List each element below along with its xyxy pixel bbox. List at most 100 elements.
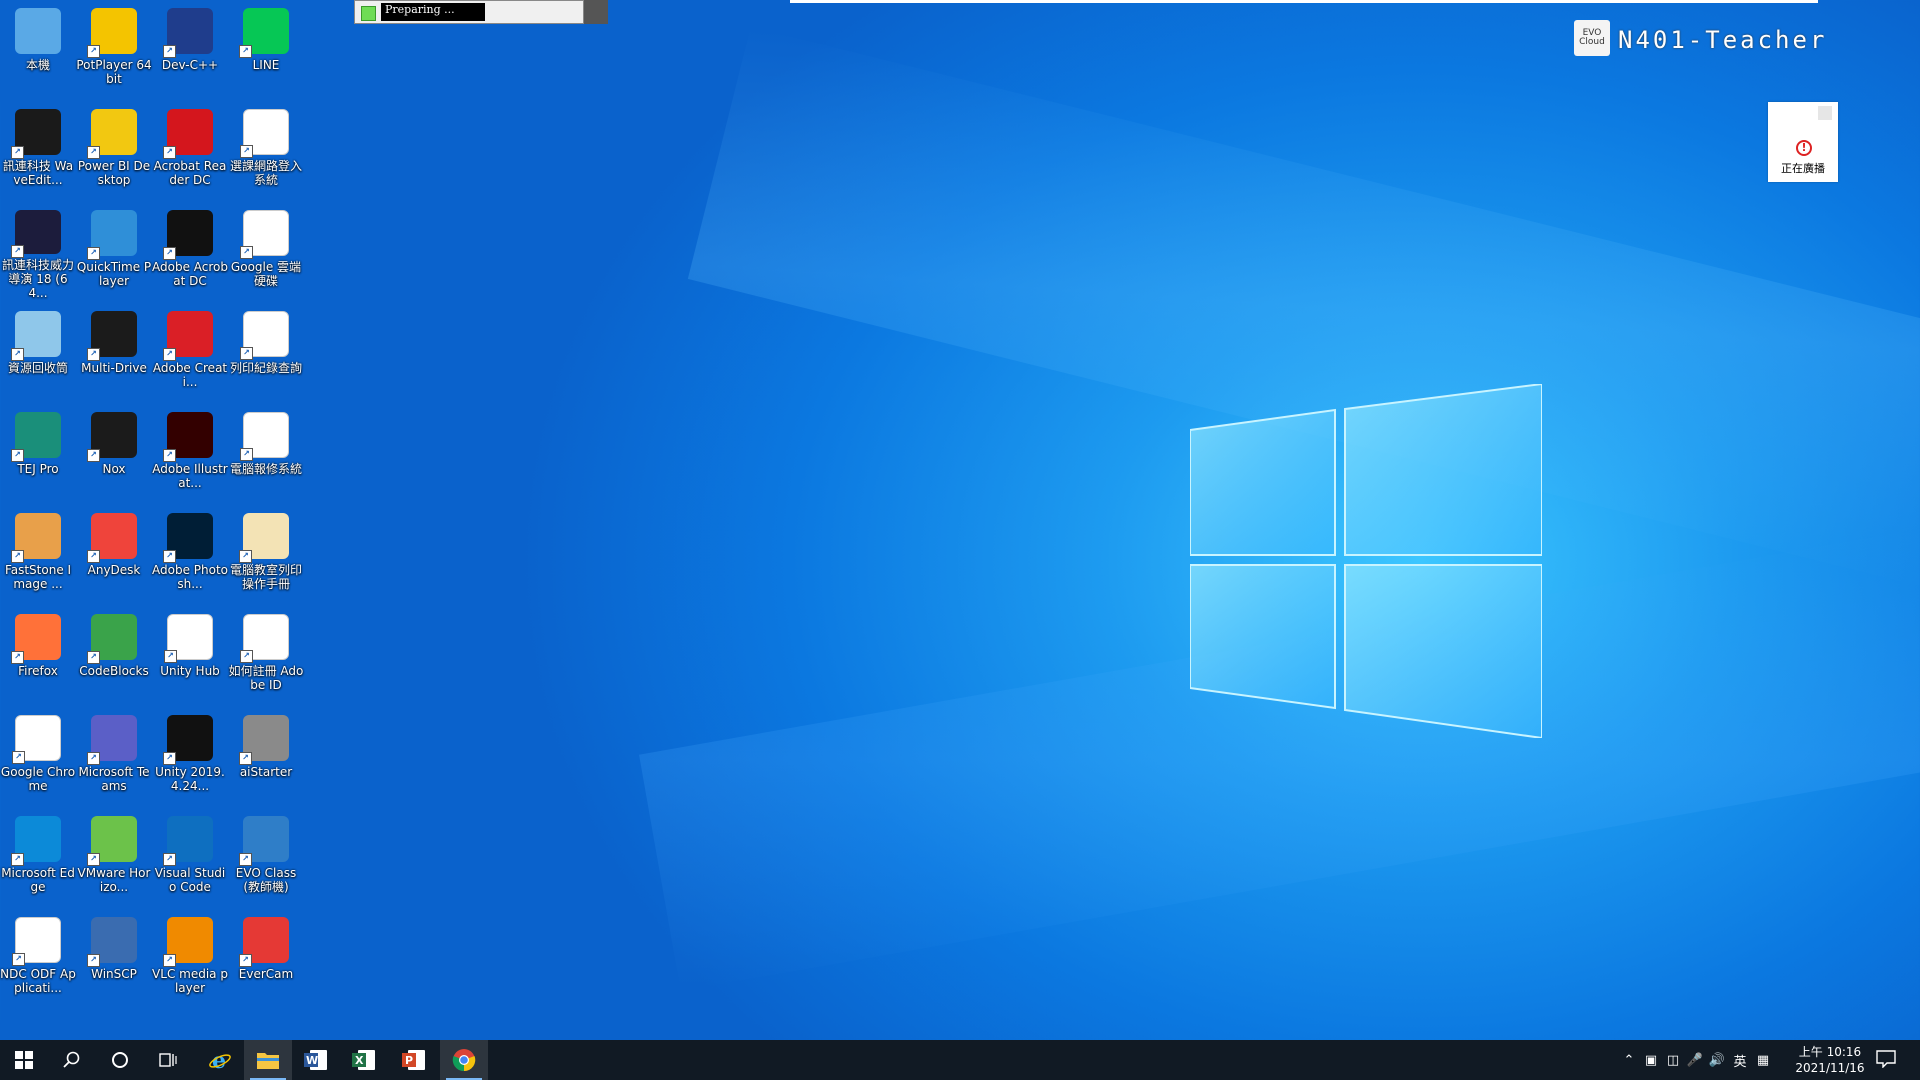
chrome-button[interactable] (440, 1040, 488, 1080)
start-button[interactable] (0, 1040, 48, 1080)
cortana-button[interactable] (96, 1040, 144, 1080)
desktop-shortcut-label: Dev-C++ (161, 58, 219, 72)
desktop-shortcut-label: 電腦教室列印操作手冊 (229, 563, 302, 591)
desktop-shortcut-label: Microsoft Teams (78, 765, 150, 793)
clock-time: 上午 10:16 (1798, 1045, 1862, 1059)
desktop-shortcut[interactable]: ↗ aiStarter (228, 709, 304, 805)
teams-icon: ↗ (87, 715, 137, 765)
clock[interactable]: 上午 10:16 2021/11/16 (1790, 1044, 1870, 1076)
ime-indicator[interactable]: 英 (1728, 1051, 1752, 1070)
shortcut-arrow-icon: ↗ (240, 145, 253, 158)
desktop-shortcut[interactable]: ↗ Adobe Acrobat DC (152, 204, 228, 300)
shortcut-arrow-icon: ↗ (239, 954, 252, 967)
desktop-shortcut[interactable]: ↗ VMware Horizo... (76, 810, 152, 906)
desktop-shortcut[interactable]: 本機 (0, 2, 76, 98)
file-explorer-button[interactable] (244, 1040, 292, 1080)
desktop-shortcut[interactable]: ↗ AnyDesk (76, 507, 152, 603)
desktop-shortcut-label: CodeBlocks (79, 664, 149, 678)
desktop-shortcut-label: 電腦報修系統 (229, 462, 302, 476)
desktop-shortcut[interactable]: ↗ 訊連科技 WaveEdit... (0, 103, 76, 199)
desktop-shortcut[interactable]: ↗ VLC media player (152, 911, 228, 1007)
desktop-shortcut[interactable]: ↗ Power BI Desktop (76, 103, 152, 199)
desktop-shortcut[interactable]: ↗ 如何註冊 Adobe ID (228, 608, 304, 704)
desktop-shortcut[interactable]: ↗ Adobe Photosh... (152, 507, 228, 603)
desktop-shortcut[interactable]: ↗ Microsoft Teams (76, 709, 152, 805)
vlc-icon: ↗ (163, 917, 213, 967)
anydesk-icon: ↗ (87, 513, 137, 563)
desktop-shortcut[interactable]: ↗ FastStone Image ... (0, 507, 76, 603)
desktop-shortcut[interactable]: ↗ QuickTime Player (76, 204, 152, 300)
desktop-shortcut[interactable]: ↗ WinSCP (76, 911, 152, 1007)
desktop-shortcut[interactable]: ↗ Nox (76, 406, 152, 502)
document-icon: ↗ (239, 513, 289, 563)
evo-class-icon: ↗ (239, 816, 289, 866)
desktop-shortcut[interactable]: ↗ 選課網路登入系統 (228, 103, 304, 199)
volume-icon[interactable]: 🔊 (1706, 1053, 1728, 1068)
unity-icon: ↗ (163, 715, 213, 765)
folder-icon (257, 1053, 279, 1069)
nox-icon: ↗ (87, 412, 137, 462)
desktop-shortcut[interactable]: ↗ Adobe Creati... (152, 305, 228, 401)
ie-button[interactable]: e (196, 1040, 244, 1080)
minimize-button[interactable] (1818, 106, 1832, 120)
waveeditor-icon: ↗ (11, 109, 61, 159)
network-app-icon[interactable]: ▣ (1640, 1053, 1662, 1068)
desktop-shortcut[interactable]: ↗ Microsoft Edge (0, 810, 76, 906)
desktop-shortcut-label: PotPlayer 64 bit (76, 58, 152, 86)
desktop-shortcut[interactable]: ↗ PotPlayer 64 bit (76, 2, 152, 98)
chrome-icon (452, 1049, 476, 1072)
winscp-icon: ↗ (87, 917, 137, 967)
desktop-shortcut[interactable]: ↗ 列印紀錄查詢 (228, 305, 304, 401)
desktop-shortcut[interactable]: ↗ LINE (228, 2, 304, 98)
desktop-shortcut[interactable]: ↗ Unity 2019.4.24... (152, 709, 228, 805)
chevron-up-icon[interactable]: ⌃ (1618, 1053, 1640, 1068)
desktop-shortcut[interactable]: ↗ Dev-C++ (152, 2, 228, 98)
desktop-shortcut[interactable]: ↗ 電腦報修系統 (228, 406, 304, 502)
desktop-shortcut[interactable]: ↗ EVO Class(教師機) (228, 810, 304, 906)
desktop-shortcut[interactable]: ↗ Adobe Illustrat... (152, 406, 228, 502)
desktop-shortcut[interactable]: ↗ 訊連科技威力導演 18 (64... (0, 204, 76, 300)
shortcut-arrow-icon: ↗ (87, 550, 100, 563)
shortcut-arrow-icon: ↗ (87, 449, 100, 462)
desktop-shortcut[interactable]: ↗ Google 雲端硬碟 (228, 204, 304, 300)
excel-button[interactable]: X (340, 1040, 388, 1080)
desktop-shortcut[interactable]: ↗ Multi-Drive (76, 305, 152, 401)
desktop-shortcut-label: Unity Hub (160, 664, 220, 678)
desktop-shortcut-label: Multi-Drive (81, 361, 147, 375)
codeblocks-icon: ↗ (87, 614, 137, 664)
desktop-shortcut-label: Unity 2019.4.24... (155, 765, 225, 793)
machine-name: N401-Teacher (1618, 26, 1828, 54)
broadcast-widget[interactable]: ! 正在廣播 (1768, 102, 1838, 182)
ie-icon: e (209, 1048, 231, 1072)
network-icon[interactable]: ◫ (1662, 1053, 1684, 1068)
desktop-shortcut[interactable]: ↗ TEJ Pro (0, 406, 76, 502)
desktop-shortcut[interactable]: ↗ Acrobat Reader DC (152, 103, 228, 199)
desktop-shortcut[interactable]: ↗ Firefox (0, 608, 76, 704)
desktop-shortcut-label: VLC media player (152, 967, 228, 995)
desktop-shortcut-label: FastStone Image ... (4, 563, 72, 591)
chrome-icon: ↗ (240, 109, 289, 158)
desktop-shortcut[interactable]: ↗ NDC ODF Applicati... (0, 911, 76, 1007)
word-button[interactable]: W (292, 1040, 340, 1080)
microphone-icon[interactable]: 🎤 (1684, 1053, 1706, 1068)
shortcut-arrow-icon: ↗ (87, 651, 100, 664)
ime-mode-icon[interactable]: ▦ (1752, 1053, 1774, 1068)
desktop-shortcut[interactable]: ↗ 資源回收筒 (0, 305, 76, 401)
shortcut-arrow-icon: ↗ (239, 45, 252, 58)
search-button[interactable] (48, 1040, 96, 1080)
desktop-shortcut[interactable]: ↗ Visual Studio Code (152, 810, 228, 906)
desktop-shortcut[interactable]: ↗ CodeBlocks (76, 608, 152, 704)
shortcut-arrow-icon: ↗ (11, 853, 24, 866)
windows-icon (15, 1051, 33, 1069)
desktop-shortcut[interactable]: ↗ 電腦教室列印操作手冊 (228, 507, 304, 603)
desktop-shortcut[interactable]: ↗ EverCam (228, 911, 304, 1007)
desktop-shortcut[interactable]: ↗ Google Chrome (0, 709, 76, 805)
illustrator-icon: ↗ (163, 412, 213, 462)
notification-icon[interactable] (1876, 1050, 1896, 1068)
powerpoint-button[interactable]: P (390, 1040, 438, 1080)
preparing-dialog-handle[interactable] (584, 0, 608, 24)
task-view-button[interactable] (144, 1040, 192, 1080)
desktop-shortcut-label: Firefox (18, 664, 58, 678)
desktop-shortcut-label: Adobe Photosh... (152, 563, 229, 591)
desktop-shortcut[interactable]: ↗ Unity Hub (152, 608, 228, 704)
